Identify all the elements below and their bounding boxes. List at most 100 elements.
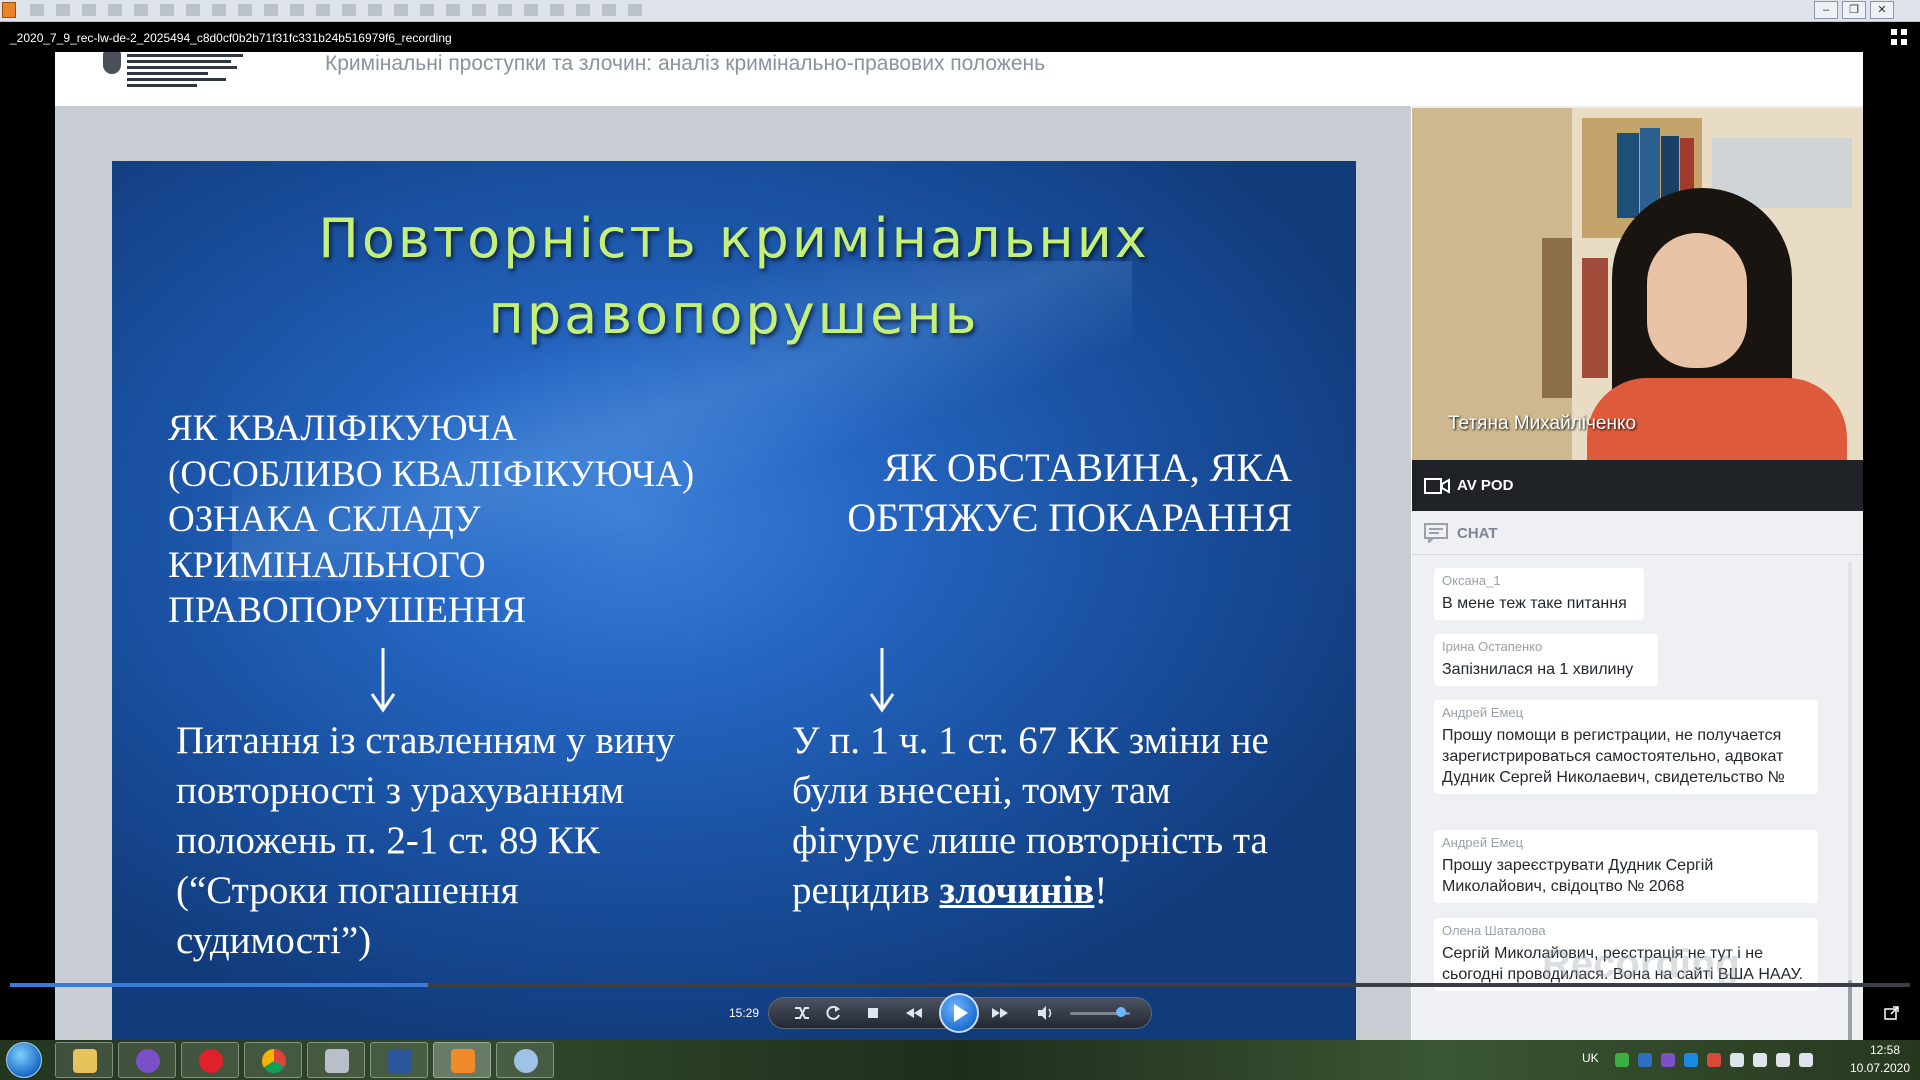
left-heading-line: ПРАВОПОРУШЕННЯ <box>168 590 527 631</box>
minimize-button[interactable]: – <box>1814 1 1838 19</box>
clock-time[interactable]: 12:58 <box>1850 1043 1920 1057</box>
right-body: У п. 1 ч. 1 ст. 67 КК зміни не були внес… <box>792 716 1312 916</box>
close-button[interactable]: ✕ <box>1870 1 1894 19</box>
viber-tray-icon[interactable] <box>1661 1053 1675 1067</box>
left-heading-line: ЯК КВАЛІФІКУЮЧА <box>168 408 517 449</box>
taskbar-viber[interactable] <box>118 1042 176 1078</box>
camera-icon <box>1424 478 1450 494</box>
language-indicator[interactable]: UK <box>1582 1051 1599 1065</box>
taskbar-explorer[interactable] <box>55 1042 113 1078</box>
tray-app-icon[interactable] <box>1707 1053 1721 1067</box>
right-heading-line: ЯК ОБСТАВИНА, ЯКА <box>883 445 1292 490</box>
restore-button[interactable]: ❐ <box>1842 1 1866 19</box>
av-pod-bar[interactable]: AV POD <box>1412 460 1863 511</box>
left-body-line: (“Строки погашення <box>176 869 519 912</box>
chat-scrollbar[interactable] <box>1848 562 1852 1047</box>
chat-text: В мене теж таке питання <box>1442 595 1627 612</box>
taskbar-word[interactable] <box>370 1042 428 1078</box>
os-window-topbar: – ❐ ✕ <box>0 0 1920 22</box>
stop-icon[interactable] <box>863 1003 883 1023</box>
presentation-stage: Повторність кримінальних правопорушень Я… <box>55 106 1411 1052</box>
media-player-icon <box>451 1049 475 1073</box>
left-body-line: повторності з урахуванням <box>176 769 625 812</box>
seek-bar[interactable] <box>10 983 1910 987</box>
chat-scroll-thumb[interactable] <box>1848 980 1852 1046</box>
right-heading-line: ОБТЯЖУЄ ПОКАРАННЯ <box>847 495 1292 540</box>
play-icon <box>954 1004 968 1022</box>
paint-icon <box>514 1049 538 1073</box>
start-button[interactable] <box>6 1042 42 1078</box>
taskbar-scanner[interactable] <box>307 1042 365 1078</box>
av-pod-label: AV POD <box>1457 477 1514 494</box>
chat-author: Олена Шаталова <box>1442 923 1546 938</box>
left-heading-line: (ОСОБЛИВО КВАЛІФІКУЮЧА) <box>168 453 695 495</box>
windows-taskbar: UK 12:58 10.07.2020 <box>0 1040 1920 1080</box>
skype-icon[interactable] <box>1684 1053 1698 1067</box>
fullscreen-icon[interactable] <box>1890 28 1908 46</box>
app-icon[interactable] <box>2 2 16 18</box>
seek-progress <box>10 983 428 987</box>
volume-tray-icon[interactable] <box>1753 1053 1767 1067</box>
flag-icon[interactable] <box>1799 1053 1813 1067</box>
player-titlebar: _2020_7_9_rec-lw-de-2_2025494_c8d0cf0b2b… <box>0 22 1920 52</box>
chat-label: CHAT <box>1457 525 1498 542</box>
clock-date[interactable]: 10.07.2020 <box>1840 1061 1920 1075</box>
exclamation: ! <box>1094 869 1108 912</box>
recording-watermark: Recording <box>1542 942 1740 986</box>
chat-author: Андрей Емец <box>1442 705 1524 720</box>
right-body-line: фігурує лише повторність та <box>792 819 1268 862</box>
chat-message: Андрей Емец Прошу зареєструвати Дудник С… <box>1434 830 1818 903</box>
chat-messages[interactable]: Оксана_1 В мене теж таке питання Ірина О… <box>1412 556 1863 1052</box>
down-arrow-icon <box>869 648 895 713</box>
rewind-icon[interactable] <box>904 1003 924 1023</box>
left-heading-line: ОЗНАКА СКЛАДУ <box>168 499 481 540</box>
chrome-icon <box>262 1049 286 1073</box>
left-heading-line: КРИМІНАЛЬНОГО <box>168 544 486 586</box>
right-body-line: рецидив злочинів! <box>792 866 1312 916</box>
chat-text: Прошу помощи в регистрации, не получаетс… <box>1442 727 1785 786</box>
taskbar-chrome[interactable] <box>244 1042 302 1078</box>
security-icon[interactable] <box>1615 1053 1629 1067</box>
network-icon[interactable] <box>1638 1053 1652 1067</box>
play-button[interactable] <box>939 993 979 1033</box>
taskbar-opera[interactable] <box>181 1042 239 1078</box>
side-panel: Тетяна Михайліченко AV POD CHAT Оксана_1… <box>1412 106 1863 1052</box>
chat-icon <box>1424 523 1448 543</box>
taskbar-media-player[interactable] <box>433 1042 491 1078</box>
right-heading: ЯК ОБСТАВИНА, ЯКА ОБТЯЖУЄ ПОКАРАННЯ <box>732 443 1292 543</box>
left-body-line: Питання із ставленням у вину <box>176 719 676 762</box>
right-body-text: рецидив <box>792 869 940 912</box>
taskbar-paint[interactable] <box>496 1042 554 1078</box>
fast-forward-icon[interactable] <box>990 1003 1010 1023</box>
volume-knob[interactable] <box>1116 1007 1126 1017</box>
chat-header[interactable]: CHAT <box>1412 511 1863 555</box>
display-icon[interactable] <box>1776 1053 1790 1067</box>
chat-message: Ірина Остапенко Запізнилася на 1 хвилину <box>1434 634 1658 686</box>
chat-message: Андрей Емец Прошу помощи в регистрации, … <box>1434 700 1818 794</box>
word-icon <box>388 1049 412 1073</box>
left-body-line: положень п. 2-1 ст. 89 КК <box>176 819 600 862</box>
popout-icon[interactable] <box>1884 1006 1900 1020</box>
organization-logo <box>103 52 243 92</box>
folder-icon <box>73 1049 97 1073</box>
recording-content: Кримінальні проступки та злочин: аналіз … <box>55 52 1863 1052</box>
course-title: Кримінальні проступки та злочин: аналіз … <box>325 52 1046 75</box>
chat-author: Ірина Остапенко <box>1442 639 1543 654</box>
opera-icon <box>199 1049 223 1073</box>
repeat-icon[interactable] <box>823 1003 843 1023</box>
wifi-icon[interactable] <box>1730 1053 1744 1067</box>
slide-title-line: Повторність кримінальних <box>318 207 1150 270</box>
left-heading: ЯК КВАЛІФІКУЮЧА (ОСОБЛИВО КВАЛІФІКУЮЧА) … <box>168 406 728 634</box>
slide-title: Повторність кримінальних правопорушень <box>112 201 1356 353</box>
slide-title-line: правопорушень <box>488 283 980 346</box>
underlined-word: злочинів <box>939 869 1095 912</box>
shuffle-icon[interactable] <box>792 1003 812 1023</box>
chat-author: Андрей Емец <box>1442 835 1524 850</box>
right-body-line: У п. 1 ч. 1 ст. 67 КК зміни не <box>792 719 1269 762</box>
right-body-line: були внесені, тому там <box>792 769 1171 812</box>
presentation-slide: Повторність кримінальних правопорушень Я… <box>112 161 1356 1052</box>
presenter-video: Тетяна Михайліченко <box>1412 108 1863 460</box>
left-body-line: судимості”) <box>176 919 372 962</box>
recording-header: Кримінальні проступки та злочин: аналіз … <box>55 52 1863 106</box>
volume-icon[interactable] <box>1035 1003 1055 1023</box>
